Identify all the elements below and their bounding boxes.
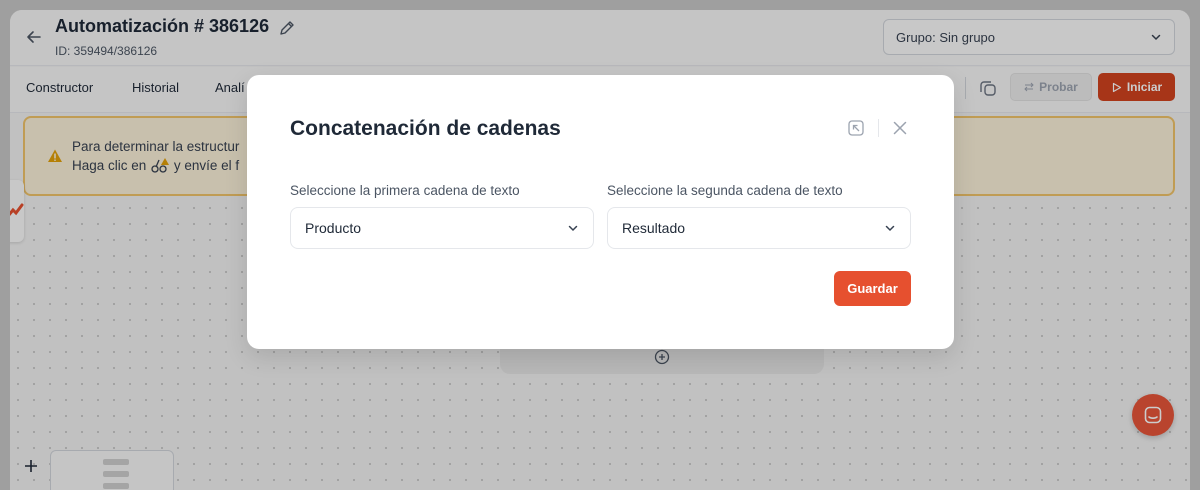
first-string-value: Producto	[305, 220, 362, 236]
chevron-down-icon	[568, 225, 578, 232]
second-string-select[interactable]: Resultado	[607, 207, 911, 249]
expand-icon	[848, 120, 864, 136]
expand-button[interactable]	[847, 119, 865, 137]
close-button[interactable]	[891, 119, 909, 137]
close-icon	[893, 121, 907, 135]
concatenation-dialog: Concatenación de cadenas Seleccione la p…	[247, 75, 954, 349]
dialog-header-divider	[878, 119, 879, 137]
first-string-select[interactable]: Producto	[290, 207, 594, 249]
save-button[interactable]: Guardar	[834, 271, 911, 306]
first-string-label: Seleccione la primera cadena de texto	[290, 183, 520, 198]
second-string-value: Resultado	[622, 220, 686, 236]
chevron-down-icon	[885, 225, 895, 232]
dialog-title: Concatenación de cadenas	[290, 117, 561, 140]
second-string-label: Seleccione la segunda cadena de texto	[607, 183, 843, 198]
